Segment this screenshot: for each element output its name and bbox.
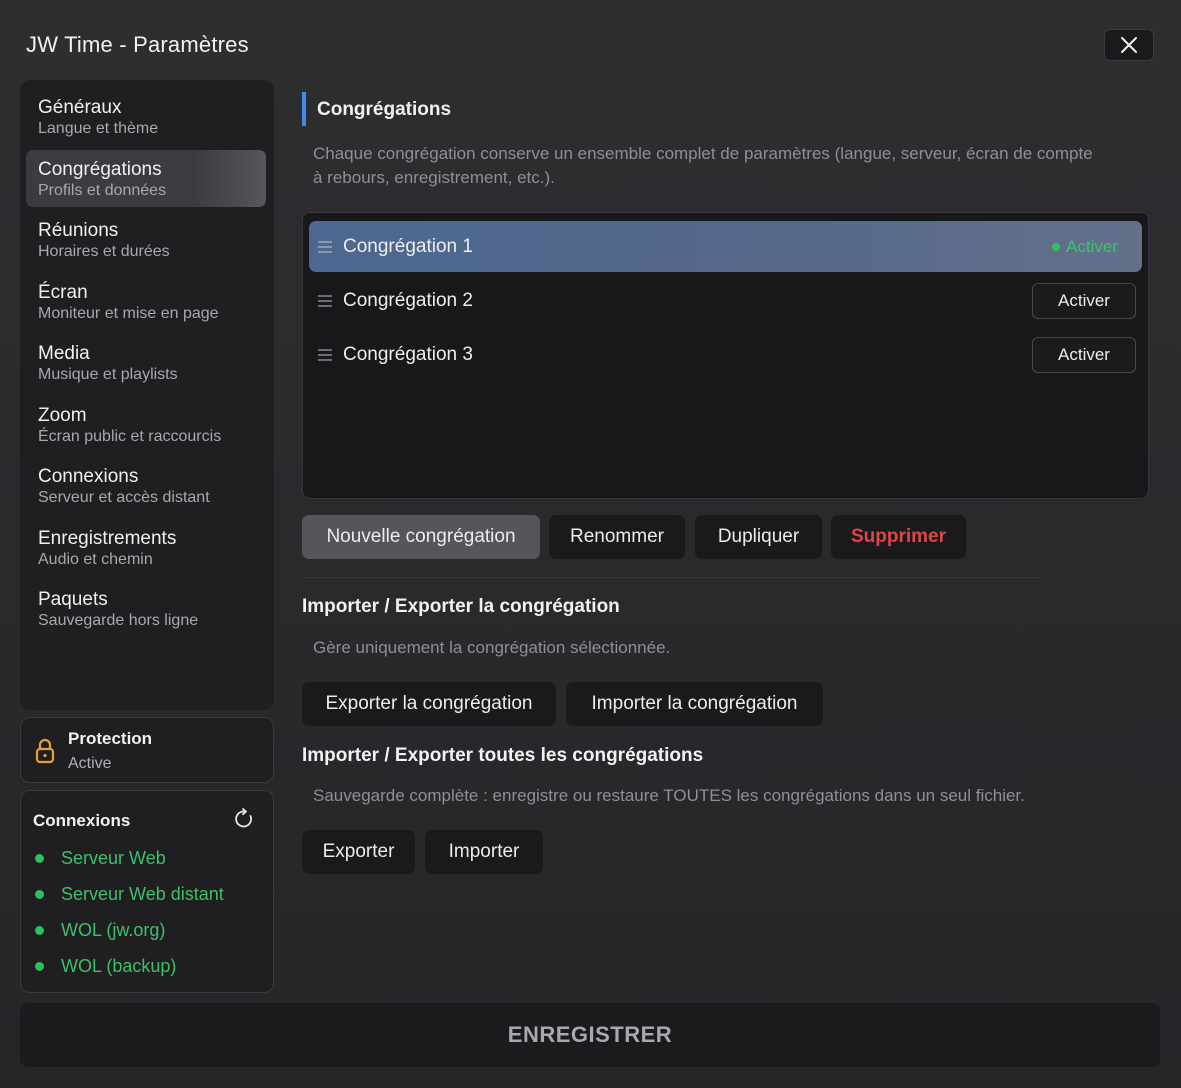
connection-label: Serveur Web distant [61, 884, 224, 904]
connection-item-wol-jworg: WOL (jw.org) [35, 920, 165, 941]
export-congregation-button[interactable]: Exporter la congrégation [302, 682, 556, 726]
sidebar-item-generaux[interactable]: Généraux Langue et thème [26, 88, 266, 145]
status-dot-icon [35, 890, 44, 899]
sidebar-item-ecran[interactable]: Écran Moniteur et mise en page [26, 273, 266, 330]
lock-icon [35, 738, 55, 764]
connection-item-wol-backup: WOL (backup) [35, 956, 176, 977]
close-icon [1121, 37, 1137, 53]
congregation-row-1[interactable]: Congrégation 1 Activer [309, 221, 1142, 272]
sidebar-nav: Généraux Langue et thème Congrégations P… [20, 80, 274, 710]
sidebar-item-sublabel: Sauvegarde hors ligne [38, 612, 199, 629]
congregation-name: Congrégation 2 [343, 289, 473, 311]
import-export-one-description: Gère uniquement la congrégation sélectio… [313, 638, 671, 657]
section-description-line: à rebours, enregistrement, etc.). [313, 168, 555, 187]
congregation-row-2[interactable]: Congrégation 2 Activer [309, 275, 1142, 326]
import-export-all-description: Sauvegarde complète : enregistre ou rest… [313, 786, 1025, 805]
sidebar-item-zoom[interactable]: Zoom Écran public et raccourcis [26, 396, 266, 453]
rename-button[interactable]: Renommer [549, 515, 685, 559]
sidebar-item-sublabel: Horaires et durées [38, 243, 170, 260]
sidebar-item-sublabel: Audio et chemin [38, 550, 153, 568]
save-button[interactable]: ENREGISTRER [20, 1003, 1160, 1067]
sidebar-item-sublabel: Écran public et raccourcis [38, 427, 222, 445]
protection-status: Active [68, 755, 112, 772]
connections-title: Connexions [33, 811, 131, 830]
sidebar-item-label: Réunions [38, 220, 119, 241]
section-accent-bar [302, 92, 306, 126]
window-title: JW Time - Paramètres [26, 32, 249, 57]
active-dot-icon [1052, 242, 1061, 251]
sidebar-item-sublabel: Profils et données [38, 181, 167, 199]
duplicate-button[interactable]: Dupliquer [695, 515, 822, 559]
congregation-list: Congrégation 1 Activer Congrégation 2 Ac… [302, 212, 1149, 499]
section-divider [302, 577, 1042, 578]
protection-title: Protection [68, 729, 153, 748]
import-congregation-button[interactable]: Importer la congrégation [566, 682, 823, 726]
sidebar-item-enregistrements[interactable]: Enregistrements Audio et chemin [26, 519, 266, 576]
active-status: Activer [1052, 237, 1118, 257]
sidebar-item-sublabel: Serveur et accès distant [38, 489, 210, 506]
status-dot-icon [35, 926, 44, 935]
connections-panel: Connexions Serveur Web Serveur Web dista… [20, 790, 274, 993]
close-button[interactable] [1104, 29, 1154, 61]
connection-label: WOL (jw.org) [61, 920, 166, 940]
sidebar-item-congregations[interactable]: Congrégations Profils et données [26, 149, 266, 207]
sidebar-item-label: Media [38, 343, 90, 364]
sidebar-item-label: Généraux [38, 97, 122, 118]
activate-button[interactable]: Activer [1032, 336, 1136, 373]
connection-label: WOL (backup) [61, 956, 177, 976]
connection-label: Serveur Web [61, 848, 166, 868]
import-export-all-title: Importer / Exporter toutes les congrégat… [302, 745, 704, 766]
delete-button[interactable]: Supprimer [831, 515, 966, 559]
sidebar-item-sublabel: Musique et playlists [38, 366, 178, 383]
sidebar-item-label: Écran [38, 281, 88, 303]
sidebar-item-reunions[interactable]: Réunions Horaires et durées [26, 211, 266, 268]
sidebar-item-sublabel: Langue et thème [38, 120, 159, 137]
sidebar-item-paquets[interactable]: Paquets Sauvegarde hors ligne [26, 580, 266, 637]
import-all-button[interactable]: Importer [425, 830, 543, 874]
congregation-name: Congrégation 1 [343, 235, 473, 257]
sidebar-item-label: Paquets [38, 589, 108, 610]
connection-item-remote-web-server: Serveur Web distant [35, 884, 224, 905]
active-status-label: Activer [1066, 236, 1118, 256]
connection-item-web-server: Serveur Web [35, 848, 166, 869]
drag-handle-icon[interactable] [318, 240, 332, 253]
status-dot-icon [35, 962, 44, 971]
section-description: Chaque congrégation conserve un ensemble… [313, 142, 1093, 190]
status-dot-icon [35, 854, 44, 863]
sidebar-item-label: Congrégations [38, 158, 162, 180]
sidebar-item-media[interactable]: Media Musique et playlists [26, 334, 266, 391]
activate-button[interactable]: Activer [1032, 282, 1136, 319]
sidebar-item-sublabel: Moniteur et mise en page [38, 304, 219, 322]
congregation-row-3[interactable]: Congrégation 3 Activer [309, 329, 1142, 380]
drag-handle-icon[interactable] [318, 348, 332, 361]
congregation-name: Congrégation 3 [343, 343, 473, 365]
drag-handle-icon[interactable] [318, 294, 332, 307]
refresh-icon[interactable] [233, 808, 255, 830]
section-description-line: Chaque congrégation conserve un ensemble… [313, 144, 1093, 163]
sidebar-item-connexions[interactable]: Connexions Serveur et accès distant [26, 457, 266, 514]
new-congregation-button[interactable]: Nouvelle congrégation [302, 515, 540, 559]
sidebar-item-label: Enregistrements [38, 527, 177, 549]
sidebar-item-label: Connexions [38, 466, 139, 487]
export-all-button[interactable]: Exporter [302, 830, 415, 874]
import-export-one-title: Importer / Exporter la congrégation [302, 596, 620, 617]
page-title: Congrégations [317, 99, 452, 120]
protection-card[interactable]: Protection Active [20, 717, 274, 783]
sidebar-item-label: Zoom [38, 404, 87, 426]
